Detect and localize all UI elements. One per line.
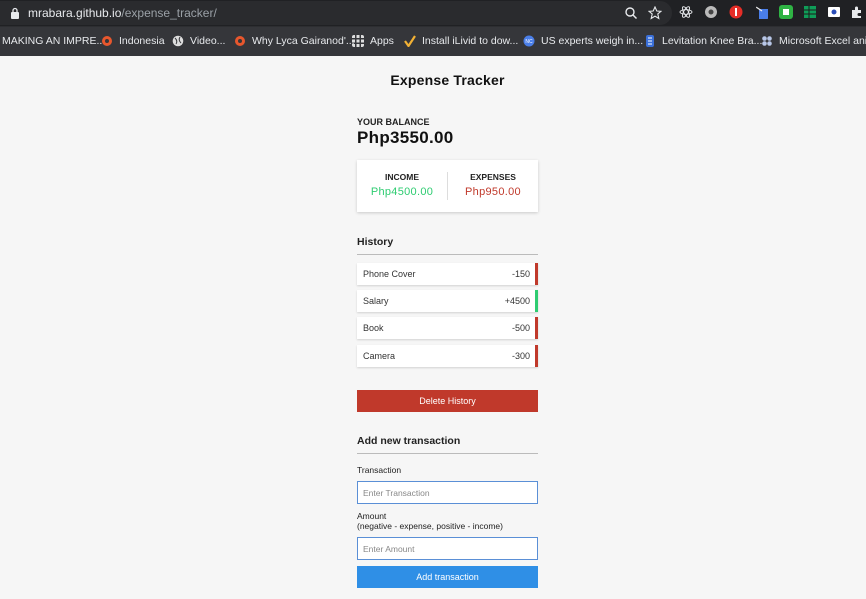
income-indicator xyxy=(535,290,538,312)
sheets-extension-icon[interactable] xyxy=(803,5,817,19)
expense-indicator xyxy=(535,263,538,285)
bookmark-item[interactable]: NC US experts weigh in... xyxy=(523,35,643,47)
app-title: Expense Tracker xyxy=(390,72,505,88)
bookmark-item[interactable]: Levitation Knee Bra... xyxy=(644,35,762,47)
expense-value: Php950.00 xyxy=(465,186,521,198)
site-icon xyxy=(235,36,245,46)
income-column: INCOME Php4500.00 xyxy=(357,172,447,198)
adblock-extension-icon[interactable] xyxy=(729,5,743,19)
transaction-input[interactable] xyxy=(357,481,538,504)
bookmarks-bar: MAKING AN IMPRE... Indonesia Video... Wh… xyxy=(0,26,866,56)
bookmark-label: Video... xyxy=(190,35,226,47)
balance-value: Php3550.00 xyxy=(357,128,454,147)
history-item-name: Phone Cover xyxy=(363,269,416,279)
expense-indicator xyxy=(535,317,538,339)
flower-icon xyxy=(762,36,772,46)
delete-history-button[interactable]: Delete History xyxy=(357,390,538,412)
site-icon xyxy=(646,35,654,47)
income-expense-card: INCOME Php4500.00 EXPENSES Php950.00 xyxy=(357,160,538,212)
site-icon xyxy=(102,36,112,46)
url-host: mrabara.github.io xyxy=(28,6,122,20)
bookmark-item[interactable]: Apps xyxy=(352,35,394,47)
bookmark-item[interactable]: Why Lyca Gairanod'... xyxy=(234,35,355,47)
globe-icon xyxy=(172,35,184,47)
history-item[interactable]: Camera -300 xyxy=(357,345,538,367)
history-item-name: Book xyxy=(363,323,384,333)
history-item-amount: +4500 xyxy=(504,296,530,306)
bookmark-star-icon[interactable] xyxy=(648,6,662,20)
url-text: mrabara.github.io/expense_tracker/ xyxy=(28,6,217,20)
history-item[interactable]: Salary +4500 xyxy=(357,290,538,312)
bookmark-label: Apps xyxy=(370,35,394,47)
bookmark-item[interactable]: Video... xyxy=(172,35,225,47)
record-extension-icon[interactable] xyxy=(704,5,718,19)
check-icon xyxy=(404,35,416,47)
bookmark-label: US experts weigh in... xyxy=(541,35,644,47)
bookmark-item[interactable]: MAKING AN IMPRE... xyxy=(2,35,105,47)
zoom-icon[interactable] xyxy=(624,6,638,20)
lock-icon xyxy=(11,7,19,19)
transaction-label: Transaction xyxy=(357,465,402,475)
svg-text:NC: NC xyxy=(525,39,533,45)
income-label: INCOME xyxy=(385,172,419,182)
history-title: History xyxy=(357,236,538,255)
history-item[interactable]: Book -500 xyxy=(357,317,538,339)
bookmark-item[interactable]: Indonesia xyxy=(101,35,165,47)
bookmark-item[interactable]: Microsoft Excel ani... xyxy=(761,35,866,47)
address-bar[interactable]: mrabara.github.io/expense_tracker/ xyxy=(0,1,672,25)
url-path: /expense_tracker/ xyxy=(121,6,217,20)
expense-label: EXPENSES xyxy=(470,172,516,182)
history-item[interactable]: Phone Cover -150 xyxy=(357,263,538,285)
bookmark-label: Levitation Knee Bra... xyxy=(662,35,763,47)
bookmark-item[interactable]: Install iLivid to dow... xyxy=(404,35,518,47)
bookmark-label: Microsoft Excel ani... xyxy=(779,35,866,47)
history-item-amount: -500 xyxy=(511,323,530,333)
amount-label: Amount xyxy=(357,511,387,521)
news-icon: NC xyxy=(523,35,535,47)
add-transaction-title: Add new transaction xyxy=(357,435,538,454)
green-extension-icon[interactable] xyxy=(779,5,793,19)
extensions-puzzle-icon[interactable] xyxy=(850,5,864,19)
react-devtools-icon[interactable] xyxy=(679,5,693,19)
expense-indicator xyxy=(535,345,538,367)
bookmark-label: Indonesia xyxy=(119,35,165,47)
amount-hint: (negative - expense, positive - income) xyxy=(357,521,503,531)
browser-toolbar: mrabara.github.io/expense_tracker/ xyxy=(0,0,866,26)
add-transaction-button[interactable]: Add transaction xyxy=(357,566,538,588)
bookmark-label: Install iLivid to dow... xyxy=(422,35,519,47)
screen-extension-icon[interactable] xyxy=(827,5,841,19)
bookmark-label: MAKING AN IMPRE... xyxy=(2,35,106,47)
history-item-amount: -300 xyxy=(511,351,530,361)
expense-column: EXPENSES Php950.00 xyxy=(448,172,538,198)
extension-puzzle-blue-icon[interactable] xyxy=(756,5,770,19)
history-item-name: Salary xyxy=(363,296,389,306)
history-item-name: Camera xyxy=(363,351,396,361)
balance-label: YOUR BALANCE xyxy=(357,117,430,127)
amount-input[interactable] xyxy=(357,537,538,560)
income-value: Php4500.00 xyxy=(370,186,434,198)
history-item-amount: -150 xyxy=(511,269,530,279)
apps-grid-icon xyxy=(352,35,364,47)
bookmark-label: Why Lyca Gairanod'... xyxy=(252,35,355,47)
